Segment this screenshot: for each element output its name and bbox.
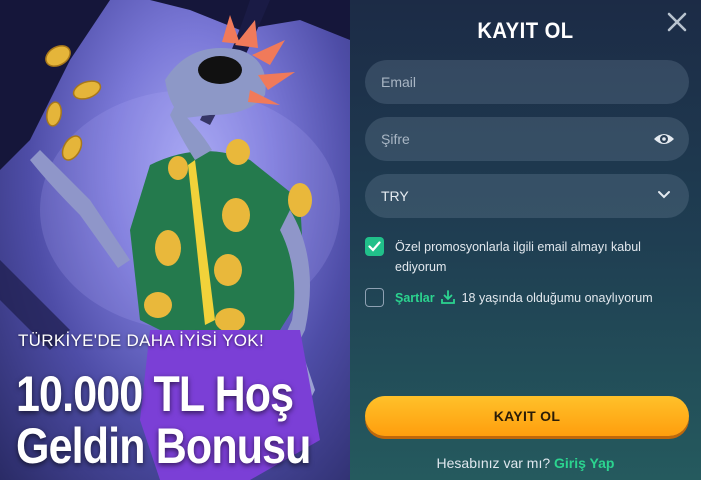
- currency-select[interactable]: TRY: [365, 174, 689, 218]
- promo-tagline: TÜRKİYE'DE DAHA İYİSİ YOK!: [18, 331, 264, 350]
- download-icon[interactable]: [440, 289, 456, 305]
- form-title: KAYIT OL: [477, 18, 574, 43]
- age-consent-label: 18 yaşında olduğumu onaylıyorum: [461, 291, 653, 305]
- headline-line-1: 10.000 TL Hoş: [16, 366, 294, 422]
- close-icon[interactable]: [666, 11, 688, 33]
- signup-modal: TÜRKİYE'DE DAHA İYİSİ YOK! 10.000 TL Hoş…: [0, 0, 701, 480]
- email-field[interactable]: [365, 60, 689, 104]
- check-icon: [368, 241, 381, 252]
- signup-form-panel: KAYIT OL TRY: [350, 0, 701, 480]
- age-consent-text: Şartlar 18 yaşında olduğumu onaylıyorum: [395, 288, 653, 308]
- promo-consent-row: Özel promosyonlarla ilgili email almayı …: [365, 237, 665, 277]
- terms-link[interactable]: Şartlar: [395, 291, 435, 305]
- password-input[interactable]: [381, 131, 673, 147]
- currency-value: TRY: [381, 188, 409, 204]
- promo-headline: 10.000 TL Hoş Geldin Bonusu: [16, 368, 311, 472]
- login-link[interactable]: Giriş Yap: [554, 455, 614, 471]
- login-prompt: Hesabınız var mı?: [436, 455, 551, 471]
- promo-consent-checkbox[interactable]: [365, 237, 384, 256]
- age-consent-row: Şartlar 18 yaşında olduğumu onaylıyorum: [365, 288, 653, 308]
- email-input[interactable]: [381, 74, 673, 90]
- age-consent-checkbox[interactable]: [365, 288, 384, 307]
- headline-line-2: Geldin Bonusu: [16, 418, 311, 474]
- eye-icon[interactable]: [653, 129, 675, 149]
- chevron-down-icon: [658, 191, 670, 199]
- login-prompt-line: Hesabınız var mı? Giriş Yap: [350, 455, 701, 471]
- promo-panel: TÜRKİYE'DE DAHA İYİSİ YOK! 10.000 TL Hoş…: [0, 0, 350, 480]
- password-field[interactable]: [365, 117, 689, 161]
- register-button[interactable]: KAYIT OL: [365, 396, 689, 436]
- promo-consent-label: Özel promosyonlarla ilgili email almayı …: [395, 240, 641, 274]
